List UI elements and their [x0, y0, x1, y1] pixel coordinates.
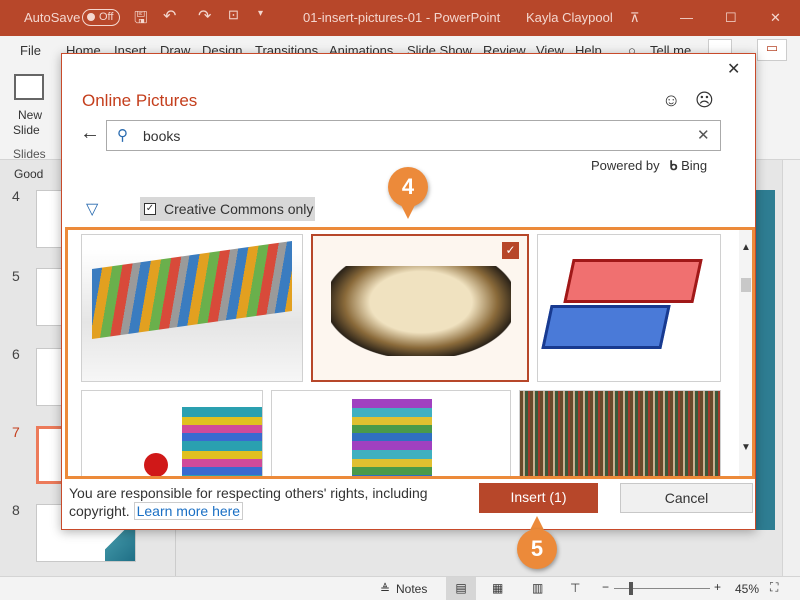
undo-icon[interactable]: ↶	[163, 6, 176, 26]
zoom-slider-thumb[interactable]	[629, 582, 633, 595]
slide-sorter-icon[interactable]: ▦	[492, 581, 503, 595]
books-shape	[92, 240, 292, 340]
insert-button[interactable]: Insert (1)	[479, 483, 598, 513]
dialog-title: Online Pictures	[82, 91, 198, 110]
present-icon[interactable]: ⊡	[228, 7, 239, 23]
result-image-old-books[interactable]: ✓	[311, 234, 529, 382]
result-image-colorful-books[interactable]	[81, 234, 303, 382]
filter-label: Creative Commons only	[164, 201, 314, 217]
save-icon[interactable]: 🖫	[134, 7, 148, 34]
status-bar: ≜ Notes ▤ ▦ ▥ ⊤ − + 45% ⛶	[0, 576, 800, 600]
powered-by: Powered by ᑲ Bing	[591, 158, 707, 174]
autosave-toggle[interactable]: Off	[82, 9, 121, 26]
fit-slide-icon[interactable]: ⛶	[770, 580, 778, 595]
blue-book-shape	[541, 305, 671, 349]
red-book-shape	[563, 259, 703, 303]
zoom-level[interactable]: 45%	[735, 582, 759, 596]
maximize-icon[interactable]: ☐	[725, 10, 737, 26]
minimize-icon[interactable]: —	[680, 10, 693, 25]
scroll-down-icon[interactable]: ▼	[741, 442, 751, 453]
books-shape	[182, 407, 262, 476]
disclaimer: You are responsible for respecting other…	[69, 484, 449, 520]
slide-number: 5	[12, 268, 20, 284]
new-slide-label[interactable]: New	[18, 108, 42, 122]
slide-number: 7	[12, 424, 20, 440]
books-shape	[352, 399, 432, 476]
title-bar: AutoSave Off 🖫 ↶ ↷ ⊡ ▾ 01-insert-picture…	[0, 0, 800, 36]
callout-step-5: 5	[517, 529, 557, 569]
slide-number: 8	[12, 502, 20, 518]
selected-check-icon[interactable]: ✓	[502, 242, 519, 259]
results-scrollbar[interactable]: ▲ ▼	[739, 230, 752, 476]
result-image-clipart-books[interactable]	[537, 234, 721, 382]
autosave-label: AutoSave	[24, 10, 81, 25]
bing-label: Bing	[681, 158, 708, 173]
back-arrow-icon[interactable]: ←	[80, 122, 100, 145]
bing-logo-icon: ᑲ	[669, 158, 678, 173]
scroll-thumb[interactable]	[741, 278, 751, 292]
comments-icon[interactable]: ▭	[757, 39, 787, 61]
reading-view-icon[interactable]: ▥	[532, 581, 543, 595]
dialog-close-icon[interactable]: ✕	[727, 59, 740, 79]
tab-file[interactable]: File	[20, 43, 41, 58]
creative-commons-filter[interactable]: ✓ Creative Commons only	[140, 197, 315, 221]
ribbon-display-icon[interactable]: ⊼	[630, 10, 640, 26]
search-input[interactable]: ⚲ books ✕	[106, 120, 721, 151]
document-title: 01-insert-pictures-01 - PowerPoint	[303, 10, 501, 25]
callout-step-4: 4	[388, 167, 428, 207]
callout-pointer	[530, 516, 544, 530]
new-slide-label-2[interactable]: Slide	[13, 123, 40, 137]
zoom-out-icon[interactable]: −	[602, 580, 609, 594]
filter-icon[interactable]: ▽	[86, 199, 98, 219]
callout-pointer	[401, 205, 415, 219]
learn-more-link[interactable]: Learn more here	[133, 502, 244, 520]
result-image-book-stack-apple[interactable]	[81, 390, 263, 476]
slideshow-icon[interactable]: ⊤	[570, 581, 580, 595]
notes-icon[interactable]: ≜	[380, 582, 390, 596]
editor-scrollbar[interactable]	[782, 160, 800, 576]
frown-feedback-icon[interactable]: ☹	[695, 90, 714, 111]
powered-by-label: Powered by	[591, 158, 660, 173]
redo-icon[interactable]: ↷	[198, 6, 211, 26]
disclaimer-text: You are responsible for respecting other…	[69, 485, 428, 519]
new-slide-icon[interactable]	[14, 74, 44, 100]
zoom-in-icon[interactable]: +	[714, 580, 721, 594]
normal-view-icon[interactable]: ▤	[446, 577, 476, 600]
user-name[interactable]: Kayla Claypool	[526, 10, 613, 25]
cancel-button[interactable]: Cancel	[620, 483, 753, 513]
section-label[interactable]: Good	[14, 167, 43, 181]
smile-feedback-icon[interactable]: ☺	[662, 90, 680, 111]
clear-search-icon[interactable]: ✕	[697, 126, 710, 144]
customize-icon[interactable]: ▾	[258, 8, 263, 19]
slide-number: 6	[12, 346, 20, 362]
books-shape	[331, 266, 511, 356]
scroll-up-icon[interactable]: ▲	[741, 242, 751, 253]
online-pictures-dialog: ✕ Online Pictures ☺ ☹ ← ⚲ books ✕ Powere…	[61, 53, 756, 530]
search-icon: ⚲	[117, 127, 128, 144]
apple-shape	[144, 453, 168, 476]
result-image-bookshelf[interactable]	[519, 390, 721, 476]
results-grid: ✓ ▲ ▼	[65, 227, 755, 479]
checkbox-icon[interactable]: ✓	[144, 203, 156, 215]
result-image-book-stack[interactable]	[271, 390, 511, 476]
search-value: books	[143, 128, 181, 144]
slide-number: 4	[12, 188, 20, 204]
slides-group-label: Slides	[13, 147, 46, 161]
notes-button[interactable]: Notes	[396, 582, 427, 596]
close-icon[interactable]: ✕	[770, 10, 781, 26]
